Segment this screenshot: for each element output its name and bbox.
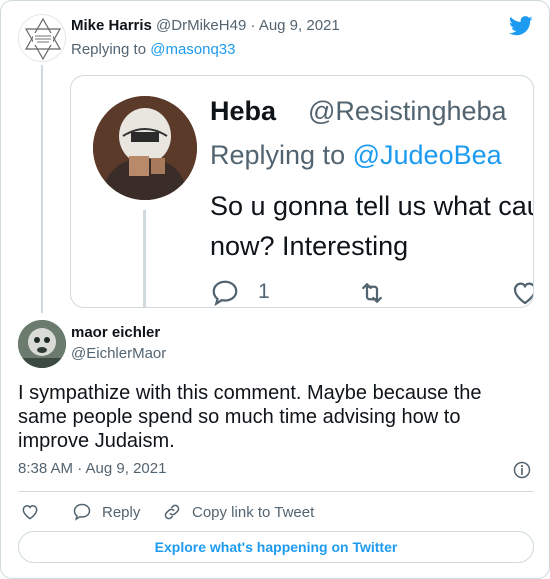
heart-icon [513, 282, 533, 305]
link-icon [164, 504, 180, 520]
copy-link-label: Copy link to Tweet [192, 503, 315, 521]
embedded-avatar [93, 96, 197, 200]
embedded-author-name: Heba [210, 96, 277, 126]
embedded-tweet-text: So u gonna tell us what cause now? Inter… [210, 191, 533, 261]
info-icon[interactable] [512, 460, 532, 480]
tweet-embed-card: Mike Harris @DrMikeH49 · Aug 9, 2021 Rep… [0, 0, 550, 579]
twitter-bird-icon[interactable] [509, 16, 533, 36]
parent-replying-to: Replying to @masonq33 [71, 41, 236, 58]
reply-button[interactable]: Reply [72, 501, 140, 523]
heart-icon [22, 504, 38, 520]
parent-author-handle[interactable]: @DrMikeH49 [156, 17, 246, 34]
replying-mention[interactable]: @masonq33 [150, 41, 235, 58]
copy-link-button[interactable]: Copy link to Tweet [162, 501, 314, 523]
tweet-timestamp[interactable]: 8:38 AM · Aug 9, 2021 [18, 460, 166, 477]
parent-header: Mike Harris @DrMikeH49 · Aug 9, 2021 [71, 17, 340, 34]
explore-button[interactable]: Explore what's happening on Twitter [18, 531, 534, 563]
retweet-icon [362, 283, 382, 303]
thread-line [41, 65, 43, 313]
like-button[interactable] [20, 501, 40, 523]
parent-separator: · [250, 17, 256, 34]
embedded-thread-line [143, 210, 146, 307]
reply-icon [73, 503, 91, 521]
author-avatar[interactable] [18, 320, 66, 368]
author-name[interactable]: maor eichler [71, 324, 160, 341]
embedded-author-handle: @Resistingheba [308, 96, 507, 126]
reply-icon [212, 280, 238, 307]
embedded-replying-to: Replying to @JudeoBea [210, 140, 502, 171]
embedded-replying-prefix: Replying to [210, 140, 346, 170]
author-handle[interactable]: @EichlerMaor [71, 345, 166, 362]
embedded-replying-mention: @JudeoBea [352, 140, 502, 170]
parent-avatar[interactable] [18, 14, 66, 62]
embedded-tweet-image[interactable]: Heba @Resistingheba Replying to @JudeoBe… [70, 75, 534, 308]
parent-author-name[interactable]: Mike Harris [71, 17, 152, 34]
parent-date[interactable]: Aug 9, 2021 [259, 17, 340, 34]
reply-label: Reply [102, 503, 141, 521]
embedded-reply-count: 1 [258, 280, 270, 303]
embedded-action-bar: 1 [210, 274, 533, 307]
tweet-text: I sympathize with this comment. Maybe be… [18, 382, 482, 452]
divider [18, 491, 534, 492]
replying-prefix: Replying to [71, 41, 147, 58]
action-bar: Reply Copy link to Tweet [1, 501, 549, 525]
